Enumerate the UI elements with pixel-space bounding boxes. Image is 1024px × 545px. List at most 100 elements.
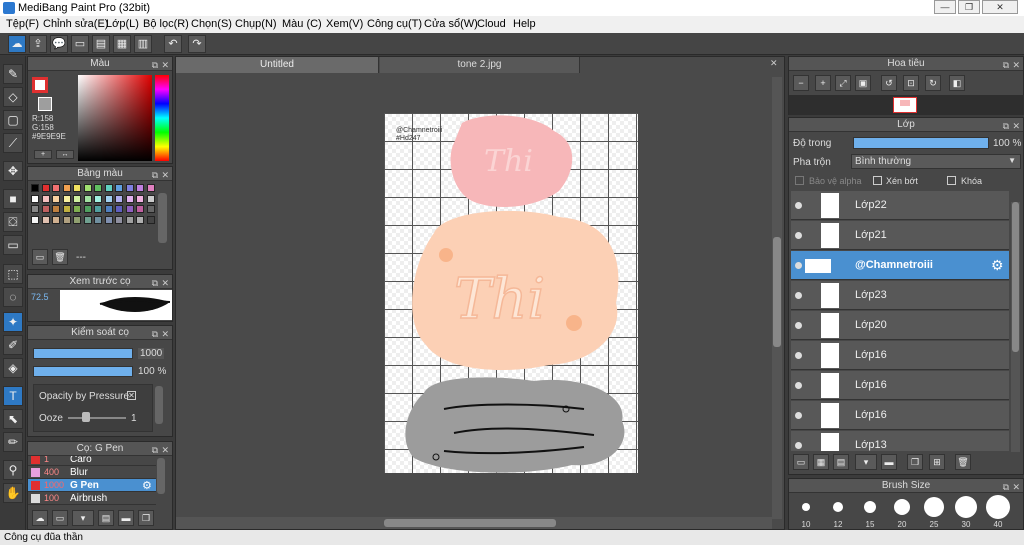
layer-settings-icon[interactable]: ⚙ [991,257,1004,274]
close-icon[interactable]: ✕ [161,276,169,290]
hue-slider[interactable] [155,75,169,161]
minimize-button[interactable]: — [934,0,956,14]
brush-settings-icon[interactable]: ⚙ [142,479,152,492]
visibility-eye-icon[interactable] [795,352,802,359]
palette-swatch[interactable] [73,184,81,192]
brush-control-scrollbar[interactable] [155,386,163,424]
close-tab-icon[interactable]: ✕ [770,58,778,69]
palette-swatch[interactable] [136,205,144,213]
palette-swatch[interactable] [104,184,113,192]
palette-swatch[interactable] [73,215,81,224]
palette-swatch[interactable] [115,184,123,192]
undo-icon[interactable]: ↶ [164,35,182,53]
menu-color[interactable]: Màu (C) [282,18,322,30]
color-swap-button[interactable]: ↔ [56,150,74,159]
layer-opacity-slider[interactable] [853,137,989,149]
palette-swatch[interactable] [62,215,71,224]
palette-swatch[interactable] [94,184,102,192]
eyedropper-tool-icon[interactable]: ⚲ [3,460,23,480]
brush-list-item[interactable]: 400 Blur [28,466,156,479]
brush-list-scrollbar[interactable] [157,458,165,494]
select-tool-icon[interactable]: ⬚ [3,264,23,284]
palette-scrollbar[interactable] [158,193,167,243]
merge-layer-icon[interactable]: ⊞ [929,454,945,470]
brush-size-preset[interactable]: 40 [983,495,1013,531]
delete-layer-icon[interactable]: 🗑 [955,454,971,470]
palette-swatch[interactable] [104,194,113,203]
menu-tools[interactable]: Công cụ(T) [367,18,422,30]
palette-swatch[interactable] [31,205,39,213]
close-icon[interactable]: ✕ [161,168,169,182]
add-brush-icon[interactable]: ▭ [52,510,68,526]
menu-window[interactable]: Cửa sổ(W) [424,18,478,30]
brush-list-item[interactable]: 1000 G Pen ⚙ [28,479,156,492]
tab-tone-2[interactable]: tone 2.jpg [380,57,580,73]
palette-swatch[interactable] [62,184,71,192]
palette-swatch[interactable] [104,205,113,213]
brush-size-preset[interactable]: 30 [951,495,981,531]
layer-row[interactable]: Lớp16 [791,371,1009,400]
gradient-tool-icon[interactable]: ▭ [3,235,23,255]
palette-swatch[interactable] [52,184,60,192]
palette-swatch[interactable] [136,184,144,192]
protect-alpha-checkbox[interactable] [795,176,804,185]
palette-swatch[interactable] [73,194,81,203]
grid-icon[interactable]: ▥ [134,35,152,53]
zoom-in-icon[interactable]: + [815,75,831,91]
palette-swatch[interactable] [146,194,155,203]
visibility-eye-icon[interactable] [795,202,802,209]
blend-mode-select[interactable]: Bình thường ▼ [851,154,1021,169]
menu-view[interactable]: Xem(V) [326,18,363,30]
visibility-eye-icon[interactable] [795,412,802,419]
palette-swatch[interactable] [52,205,60,213]
select-pen-tool-icon[interactable]: ✐ [3,335,23,355]
redo-icon[interactable]: ↷ [188,35,206,53]
visibility-eye-icon[interactable] [795,382,802,389]
menu-file[interactable]: Tệp(F) [6,18,39,30]
add-layer-menu-icon[interactable]: ▾ [855,454,877,470]
layer-row[interactable]: Lớp20 [791,311,1009,340]
ooze-slider-track[interactable] [68,417,126,419]
palette-swatch[interactable] [146,215,155,224]
move-tool-icon[interactable]: ✥ [3,161,23,181]
tab-untitled[interactable]: Untitled [176,57,379,73]
brush-opacity-value[interactable]: 100 % [138,366,166,377]
delete-palette-icon[interactable]: 🗑 [52,249,68,265]
popout-icon[interactable]: ⧉ [1003,58,1009,72]
brush-size-preset[interactable]: 25 [919,495,949,531]
hand-tool-icon[interactable]: ✋ [3,483,23,503]
new-layer-icon[interactable]: ▭ [793,454,809,470]
popout-icon[interactable]: ⧉ [152,168,158,182]
palette-swatch[interactable] [31,215,39,224]
layer-scroll-thumb[interactable] [1012,202,1019,352]
menu-help[interactable]: Help [513,18,536,30]
menu-edit[interactable]: Chỉnh sửa(E) [43,18,108,30]
fill-rect-tool-icon[interactable]: ■ [3,189,23,209]
layer-row[interactable]: @Chamnetroiii ⚙ [791,251,1009,280]
brush-copy-icon[interactable]: ▤ [98,510,114,526]
brush-list-item[interactable]: 100 Airbrush [28,492,156,505]
magic-wand-tool-icon[interactable]: ✦ [3,312,23,332]
palette-swatch[interactable] [41,184,50,192]
maximize-button[interactable]: ❐ [958,0,980,14]
panels-icon[interactable]: ▦ [113,35,131,53]
clip-checkbox[interactable] [873,176,882,185]
close-icon[interactable]: ✕ [1012,58,1020,72]
navigator-viewport[interactable] [893,97,917,113]
palette-swatch[interactable] [83,184,92,192]
palette-swatch[interactable] [83,194,92,203]
eraser-tool-icon[interactable]: ◇ [3,87,23,107]
brush-size-preset[interactable]: 12 [823,495,853,531]
palette-swatch[interactable] [115,194,123,203]
operation-tool-icon[interactable]: ⬉ [3,409,23,429]
layer-folder-icon[interactable]: ▬ [881,454,897,470]
close-icon[interactable]: ✕ [161,58,169,72]
cloud-icon[interactable]: ☁ [8,35,26,53]
upload-icon[interactable]: ⇪ [29,35,47,53]
speech-bubble-icon[interactable]: 💬 [50,35,68,53]
horizontal-scroll-thumb[interactable] [384,519,556,527]
lock-checkbox[interactable] [947,176,956,185]
palette-swatch[interactable] [94,215,102,224]
brush-tool-icon[interactable]: ✏ [3,432,23,452]
fit-screen-icon[interactable]: ⤢ [835,75,851,91]
